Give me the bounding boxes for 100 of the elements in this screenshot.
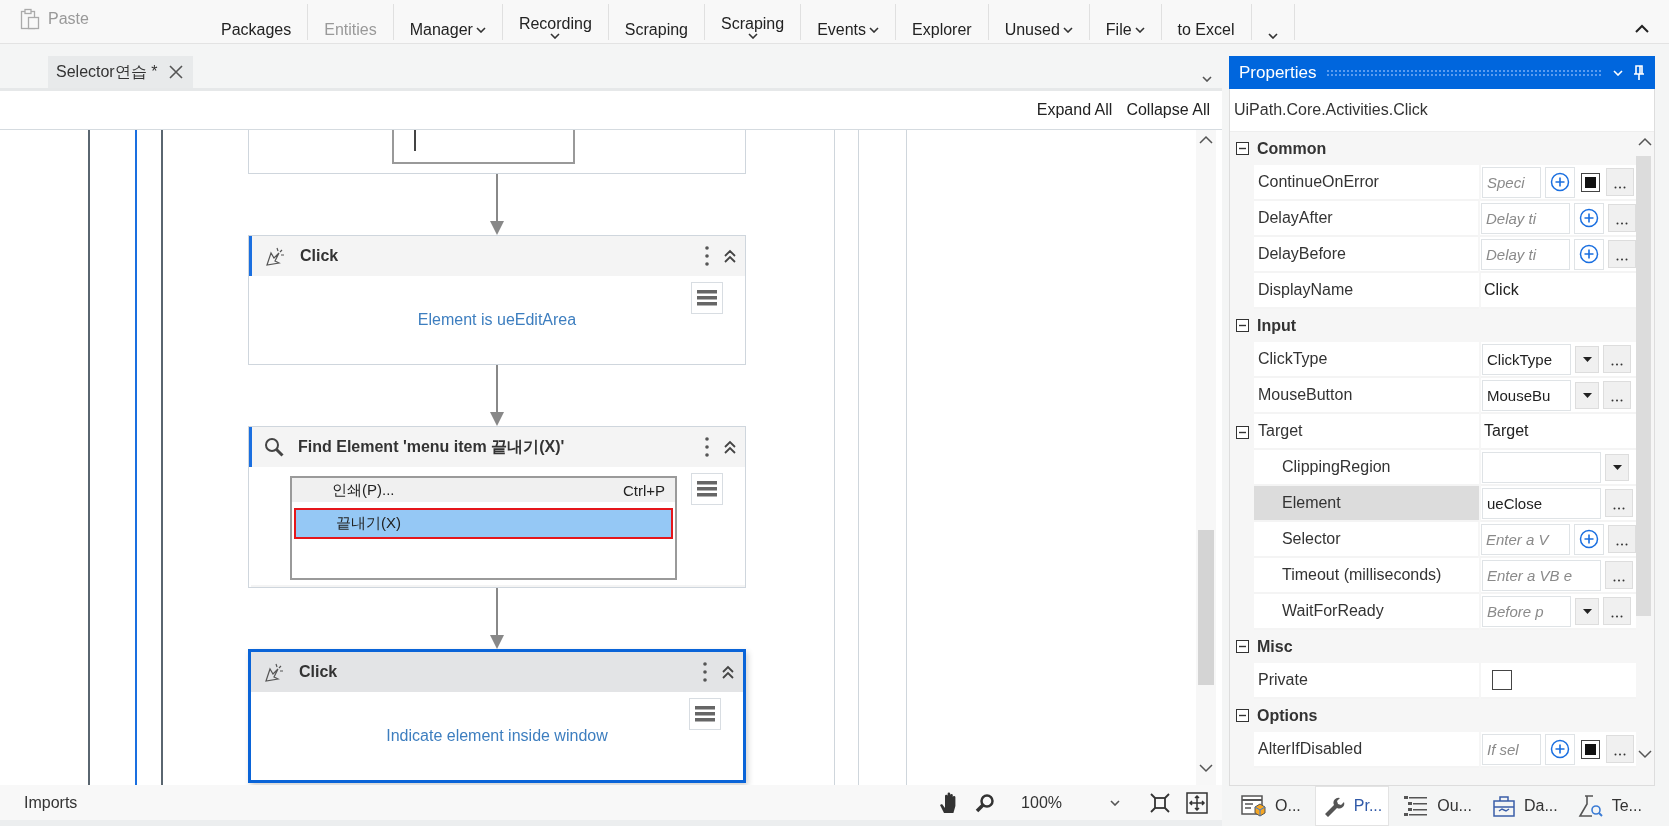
dropdown-icon <box>1582 608 1592 614</box>
activity-summary[interactable]: Element is ueEditArea <box>417 311 577 329</box>
zoom-level[interactable]: 100% <box>1021 793 1062 812</box>
collapse-icon[interactable] <box>723 249 737 263</box>
collapse-icon[interactable] <box>1236 640 1249 653</box>
scrollbar[interactable] <box>1196 130 1216 785</box>
scroll-down-icon[interactable] <box>1638 750 1652 759</box>
ribbon-button[interactable]: to Excel <box>1161 0 1251 43</box>
menu-button[interactable] <box>689 698 721 730</box>
fit-to-screen-icon[interactable] <box>1150 792 1170 813</box>
more-icon <box>1616 258 1628 261</box>
panel-tab[interactable]: Te... <box>1571 786 1648 826</box>
dropdown-button[interactable] <box>1575 345 1599 373</box>
imports-tab[interactable]: Imports <box>24 793 924 812</box>
property-name[interactable]: Timeout (milliseconds) <box>1254 558 1479 594</box>
collapse-icon[interactable] <box>723 440 737 454</box>
collapse-icon[interactable] <box>1236 142 1249 155</box>
property-name[interactable]: Target <box>1254 414 1479 450</box>
flow-arrow <box>490 365 504 426</box>
property-name[interactable]: ClickType <box>1254 342 1479 378</box>
ribbon-button[interactable]: Unused <box>988 0 1089 43</box>
collapse-icon[interactable] <box>1236 319 1249 332</box>
close-icon[interactable] <box>169 65 184 79</box>
property-name[interactable]: DelayAfter <box>1253 201 1478 237</box>
expression-button[interactable] <box>1545 166 1575 198</box>
property-name[interactable]: Private <box>1254 663 1479 699</box>
expression-button[interactable] <box>1545 733 1575 765</box>
property-name[interactable]: WaitForReady <box>1254 594 1479 630</box>
more-options-icon[interactable] <box>703 662 707 682</box>
value-field[interactable]: ueClose <box>1482 487 1601 519</box>
collapse-icon[interactable] <box>1235 425 1249 439</box>
value-field[interactable]: Enter a V <box>1481 523 1570 555</box>
scroll-thumb[interactable] <box>1198 530 1214 685</box>
activity-card[interactable]: Click Element is ueEditArea <box>248 235 746 365</box>
value-field[interactable]: Enter a VB e <box>1482 559 1601 591</box>
property-name[interactable]: MouseButton <box>1254 378 1479 414</box>
plus-icon <box>1579 208 1599 228</box>
toolbar-link[interactable]: Collapse All <box>1126 101 1210 119</box>
checkbox[interactable] <box>1581 739 1600 759</box>
dropdown-button[interactable] <box>1605 453 1629 481</box>
property-name[interactable]: Element <box>1254 486 1479 522</box>
menu-button[interactable] <box>691 473 723 505</box>
ribbon-button[interactable]: Scraping <box>705 0 801 43</box>
ribbon-button[interactable]: Scraping <box>608 0 704 43</box>
dropdown-button[interactable] <box>1575 381 1599 409</box>
ribbon-button[interactable]: Explorer <box>896 0 988 43</box>
collapse-ribbon-icon[interactable] <box>1635 24 1649 33</box>
checkbox[interactable] <box>1581 172 1600 192</box>
expand-view-icon[interactable] <box>1186 791 1208 814</box>
ribbon-button[interactable]: Manager <box>393 0 502 43</box>
scroll-down-icon[interactable] <box>1199 764 1213 773</box>
activity-summary[interactable]: Indicate element inside window <box>386 727 608 745</box>
menu-button[interactable] <box>691 282 723 314</box>
flow-arrow <box>490 174 504 235</box>
panel-tab[interactable]: O... <box>1235 786 1307 826</box>
value-field[interactable]: Speci <box>1482 166 1541 198</box>
property-name[interactable]: ClippingRegion <box>1254 450 1479 486</box>
document-tab[interactable]: Selector연습 * <box>48 56 194 88</box>
zoom-icon[interactable] <box>975 792 996 813</box>
tab-list-icon <box>1202 76 1212 82</box>
value-field[interactable]: ClickType <box>1482 343 1571 375</box>
expression-button[interactable] <box>1574 202 1604 234</box>
scroll-up-icon[interactable] <box>1199 135 1213 144</box>
property-name[interactable]: DelayBefore <box>1253 237 1478 273</box>
ribbon-button[interactable]: Events <box>801 0 896 43</box>
property-name[interactable]: DisplayName <box>1254 273 1479 309</box>
more-options-icon[interactable] <box>705 437 709 457</box>
value-field[interactable]: Before p <box>1482 595 1571 627</box>
expression-button[interactable] <box>1574 238 1604 270</box>
pin-icon[interactable] <box>1633 64 1645 81</box>
activity-card[interactable]: Click Indicate element inside window <box>248 649 746 783</box>
value-field[interactable]: Delay ti <box>1481 202 1570 234</box>
value-field[interactable] <box>1482 451 1601 483</box>
panel-tab[interactable]: Da... <box>1485 786 1564 826</box>
more-options-icon[interactable] <box>705 246 709 266</box>
property-value: Target <box>1483 422 1529 440</box>
panel-tab[interactable]: Pr... <box>1314 786 1390 826</box>
ribbon-button[interactable]: Recording <box>502 0 608 43</box>
dropdown-icon <box>1110 799 1120 806</box>
property-name[interactable]: AlterIfDisabled <box>1254 732 1479 768</box>
property-name[interactable]: ContinueOnError <box>1254 165 1479 201</box>
value-field[interactable]: Delay ti <box>1481 238 1570 270</box>
ribbon-button[interactable]: File <box>1089 0 1161 43</box>
property-name[interactable]: Selector <box>1253 522 1478 558</box>
activity-card[interactable]: Find Element 'menu item 끝내기(X)' 인쇄(P)... Ctrl+P 끝내기(X) <box>248 426 746 588</box>
checkbox[interactable] <box>1492 670 1512 690</box>
scroll-up-icon[interactable] <box>1638 137 1652 146</box>
more-icon <box>1613 507 1625 510</box>
menu-shortcut: Ctrl+P <box>622 481 665 499</box>
value-field[interactable]: MouseBu <box>1482 379 1571 411</box>
expression-button[interactable] <box>1574 523 1604 555</box>
collapse-icon[interactable] <box>721 665 735 679</box>
panel-tab[interactable]: Ou... <box>1397 786 1478 826</box>
ribbon-button[interactable]: Packages <box>205 0 308 43</box>
dropdown-button[interactable] <box>1575 597 1599 625</box>
scroll-thumb[interactable] <box>1636 156 1651 616</box>
more-icon <box>1611 399 1623 402</box>
toolbar-link[interactable]: Expand All <box>1036 101 1113 119</box>
collapse-icon[interactable] <box>1236 709 1249 722</box>
value-field[interactable]: If sel <box>1482 733 1541 765</box>
